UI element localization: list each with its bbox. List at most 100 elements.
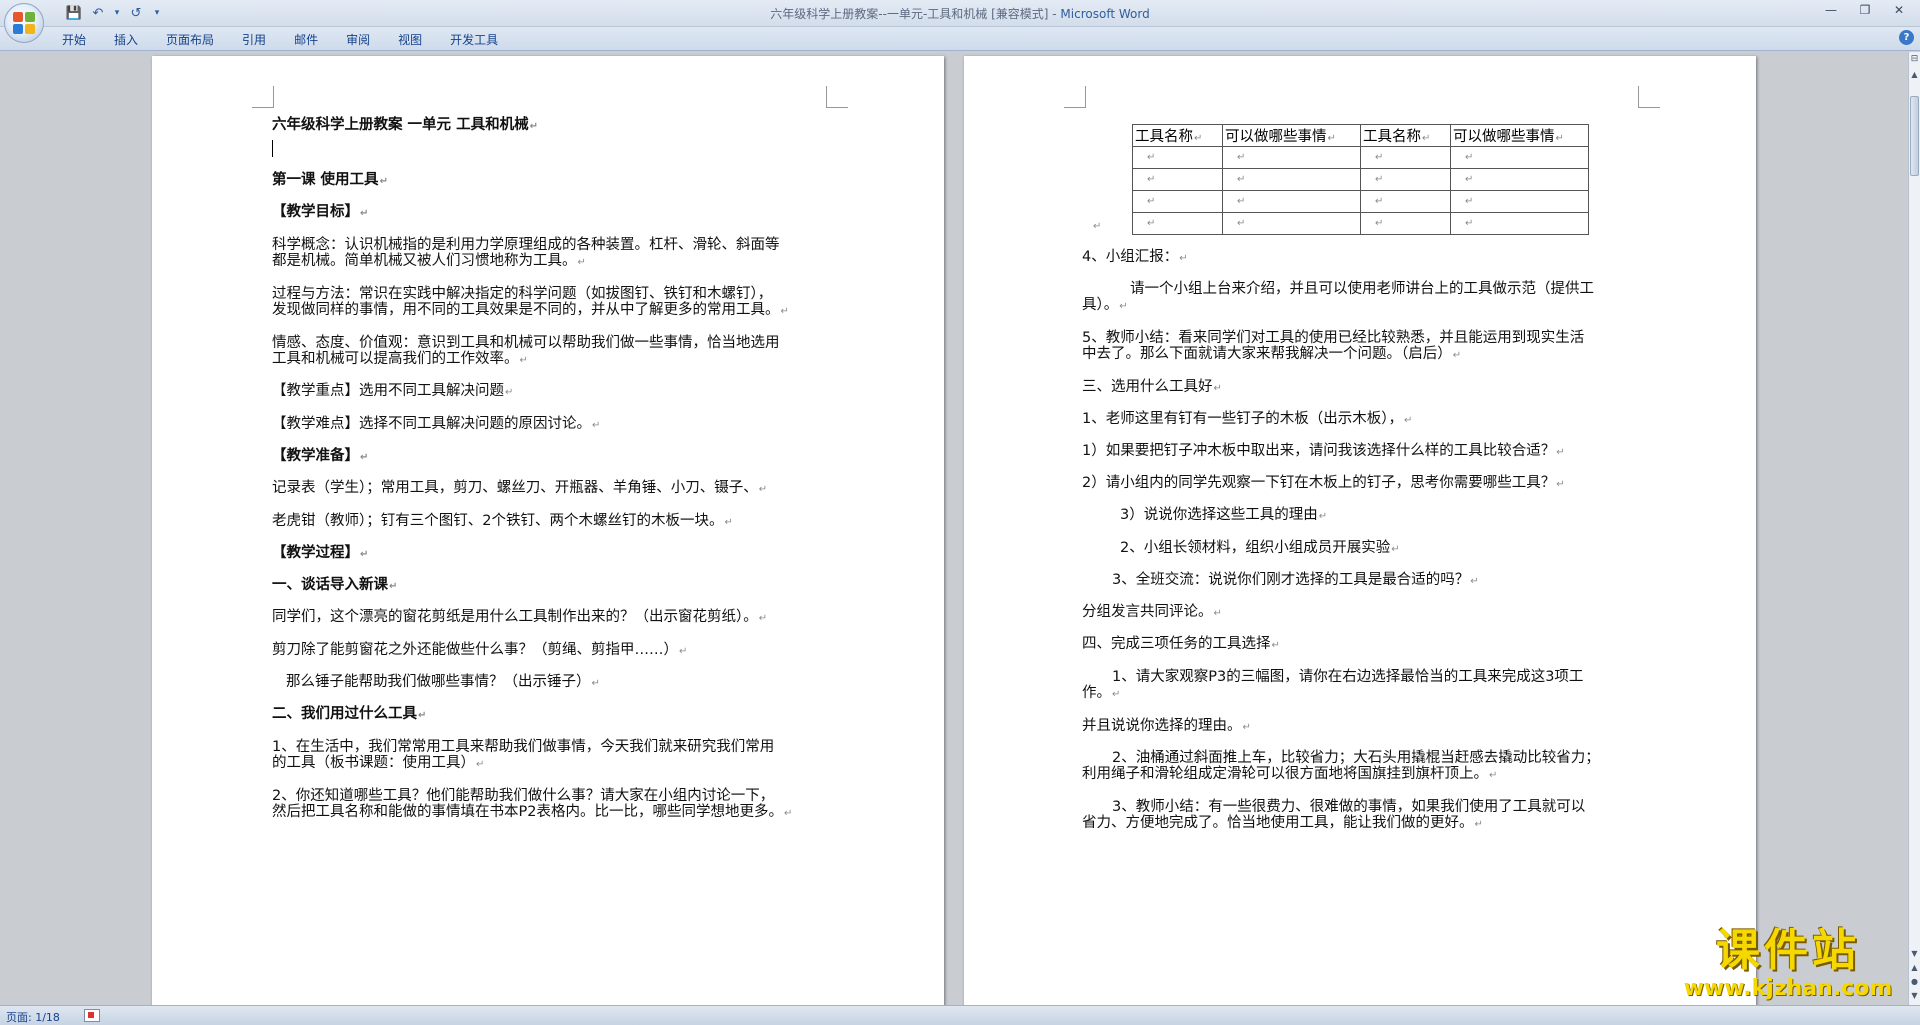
document-line: 【教学过程】↵ <box>272 545 369 561</box>
document-line: 分组发言共同评论。↵ <box>1082 604 1222 620</box>
page-count-status[interactable]: 页面: 1/18 <box>6 1009 60 1025</box>
paragraph-mark: ↵ <box>360 208 369 219</box>
minimize-button[interactable]: — <box>1814 0 1848 20</box>
document-line: 【教学难点】选择不同工具解决问题的原因讨论。↵ <box>272 416 601 432</box>
select-browse-object-icon[interactable]: ● <box>1909 977 1920 991</box>
document-line: ↵ <box>1092 216 1101 236</box>
document-line: 4、小组汇报：↵ <box>1082 249 1188 265</box>
paragraph-mark: ↵ <box>1213 608 1222 619</box>
window-title: 六年级科学上册教案--一单元-工具和机械 [兼容模式] - Microsoft … <box>0 5 1920 22</box>
paragraph-mark: ↵ <box>780 306 789 317</box>
ribbon-tabs: 开始 插入 页面布局 引用 邮件 审阅 视图 开发工具 <box>48 29 512 49</box>
paragraph-mark: ↵ <box>1556 479 1565 490</box>
paragraph-mark: ↵ <box>1119 301 1128 312</box>
paragraph-mark: ↵ <box>1474 819 1483 830</box>
paragraph-mark: ↵ <box>783 808 793 819</box>
tab-mailings[interactable]: 邮件 <box>280 29 332 49</box>
app-name: Microsoft Word <box>1060 7 1150 21</box>
paragraph-mark: ↵ <box>1452 350 1462 361</box>
status-bar: 页面: 1/18 <box>0 1005 1920 1025</box>
document-line: 作。↵ <box>1082 685 1121 701</box>
document-line: 3）说说你选择这些工具的理由↵ <box>1120 507 1328 523</box>
document-line: 【教学重点】选用不同工具解决问题↵ <box>272 383 514 399</box>
window-controls: — ❐ ✕ <box>1814 0 1916 20</box>
document-line: 三、选用什么工具好↵ <box>1082 379 1222 395</box>
document-line: 【教学准备】↵ <box>272 448 369 464</box>
paragraph-mark: ↵ <box>577 257 586 268</box>
document-line: 请一个小组上台来介绍，并且可以使用老师讲台上的工具做示范（提供工 <box>1130 281 1594 297</box>
document-line: 3、全班交流：说说你们刚才选择的工具是最合适的吗？↵ <box>1112 572 1479 588</box>
view-ruler-icon[interactable]: ⊟ <box>1909 54 1920 66</box>
document-line: 2）请小组内的同学先观察一下钉在木板上的钉子，思考你需要哪些工具？↵ <box>1082 475 1565 491</box>
tab-review[interactable]: 审阅 <box>332 29 384 49</box>
watermark-logo: 课件站 www.kjzhan.com <box>1668 925 1908 1005</box>
paragraph-mark: ↵ <box>1318 511 1328 522</box>
browse-navigation: ▼ ▲ ● ▼ <box>1909 949 1920 1005</box>
paragraph-mark: ↵ <box>1179 253 1188 264</box>
paragraph-mark: ↵ <box>1403 415 1413 426</box>
document-line: 并且说说你选择的理由。↵ <box>1082 718 1251 734</box>
restore-button[interactable]: ❐ <box>1848 0 1882 20</box>
document-line: 那么锤子能帮助我们做哪些事情？（出示锤子）↵ <box>286 674 600 690</box>
office-logo-icon <box>13 12 35 34</box>
document-line: 1）如果要把钉子冲木板中取出来，请问我该选择什么样的工具比较合适？↵ <box>1082 443 1565 459</box>
paragraph-mark: ↵ <box>379 176 388 187</box>
paragraph-mark: ↵ <box>591 678 600 689</box>
document-line: 二、我们用过什么工具↵ <box>272 706 427 722</box>
next-page-icon[interactable]: ▼ <box>1909 991 1920 1005</box>
document-line: 剪刀除了能剪窗花之外还能做些什么事？（剪绳、剪指甲……）↵ <box>272 642 688 658</box>
paragraph-mark: ↵ <box>592 420 601 431</box>
tab-page-layout[interactable]: 页面布局 <box>152 29 228 49</box>
document-line: 省力、方便地完成了。恰当地使用工具，能让我们做的更好。↵ <box>1082 815 1483 831</box>
paragraph-mark: ↵ <box>418 710 427 721</box>
document-line: 记录表（学生）；常用工具，剪刀、螺丝刀、开瓶器、羊角锤、小刀、镊子、↵ <box>272 480 768 496</box>
paragraph-mark: ↵ <box>519 355 528 366</box>
close-button[interactable]: ✕ <box>1882 0 1916 20</box>
paragraph-mark: ↵ <box>758 613 768 624</box>
document-line: 发现做同样的事情，用不同的工具效果是不同的，并从中了解更多的常用工具。↵ <box>272 302 789 318</box>
document-workspace: 六年级科学上册教案 一单元 工具和机械↵ 第一课 使用工具↵ 【教学目标】↵ 科学概念… <box>0 52 1908 1005</box>
paragraph-mark: ↵ <box>1112 689 1121 700</box>
paragraph-mark: ↵ <box>1271 640 1280 651</box>
document-line: 利用绳子和滑轮组成定滑轮可以很方面地将国旗挂到旗杆顶上。↵ <box>1082 766 1498 782</box>
tab-insert[interactable]: 插入 <box>100 29 152 49</box>
document-line: 老虎钳（教师）；钉有三个图钉、2个铁钉、两个木螺丝钉的木板一块。↵ <box>272 513 733 529</box>
title-bar: 💾 ↶ ▾ ↺ ▾ 六年级科学上册教案--一单元-工具和机械 [兼容模式] - … <box>0 0 1920 43</box>
paragraph-mark: ↵ <box>1556 447 1565 458</box>
document-line: 1、老师这里有钉有一些钉子的木板（出示木板），↵ <box>1082 411 1413 427</box>
page-2[interactable]: 工具名称↵ 可以做哪些事情↵ 工具名称↵ 可以做哪些事情↵ ↵ ↵ ↵ ↵ ↵ ↵ ↵ ↵ ↵ ↵… <box>964 56 1756 1005</box>
document-line: 一、谈话导入新课↵ <box>272 577 398 593</box>
previous-page-icon[interactable]: ▲ <box>1909 963 1920 977</box>
help-icon[interactable]: ? <box>1899 30 1914 45</box>
paragraph-mark: ↵ <box>1470 576 1479 587</box>
paragraph-mark: ↵ <box>389 581 398 592</box>
tab-references[interactable]: 引用 <box>228 29 280 49</box>
scroll-up-icon[interactable]: ▲ <box>1909 70 1920 82</box>
document-line: 同学们，这个漂亮的窗花剪纸是用什么工具制作出来的？（出示窗花剪纸）。↵ <box>272 609 768 625</box>
document-line: 中去了。那么下面就请大家来帮我解决一个问题。（启后）↵ <box>1082 346 1462 362</box>
page-1-body: 六年级科学上册教案 一单元 工具和机械↵ 第一课 使用工具↵ 【教学目标】↵ 科学概念… <box>272 56 832 1005</box>
scroll-down-icon[interactable]: ▼ <box>1909 949 1920 963</box>
paragraph-mark: ↵ <box>360 452 369 463</box>
tab-home[interactable]: 开始 <box>48 29 100 49</box>
tab-developer[interactable]: 开发工具 <box>436 29 512 49</box>
document-title: 六年级科学上册教案--一单元-工具和机械 [兼容模式] <box>770 7 1049 21</box>
crop-mark-top-left <box>252 86 274 108</box>
tab-view[interactable]: 视图 <box>384 29 436 49</box>
document-line: 【教学目标】↵ <box>272 204 369 220</box>
proofing-status-icon[interactable] <box>84 1009 100 1022</box>
paragraph-mark: ↵ <box>1093 221 1102 232</box>
paragraph-mark: ↵ <box>360 549 369 560</box>
ribbon-tab-bar: 开始 插入 页面布局 引用 邮件 审阅 视图 开发工具 ? <box>0 27 1920 51</box>
page-1[interactable]: 六年级科学上册教案 一单元 工具和机械↵ 第一课 使用工具↵ 【教学目标】↵ 科学概念… <box>152 56 944 1005</box>
text-cursor <box>272 140 273 157</box>
document-line: 的工具（板书课题：使用工具）↵ <box>272 755 485 771</box>
vertical-scrollbar[interactable]: ⊟ ▲ ▼ ▲ ● ▼ <box>1908 52 1920 1005</box>
scroll-thumb[interactable] <box>1910 96 1919 176</box>
office-button[interactable] <box>4 3 44 43</box>
document-line: 工具和机械可以提高我们的工作效率。↵ <box>272 351 528 367</box>
document-line: 六年级科学上册教案 一单元 工具和机械↵ <box>272 117 538 133</box>
paragraph-mark: ↵ <box>1213 383 1222 394</box>
paragraph-mark: ↵ <box>1391 544 1400 555</box>
paragraph-mark: ↵ <box>724 517 733 528</box>
